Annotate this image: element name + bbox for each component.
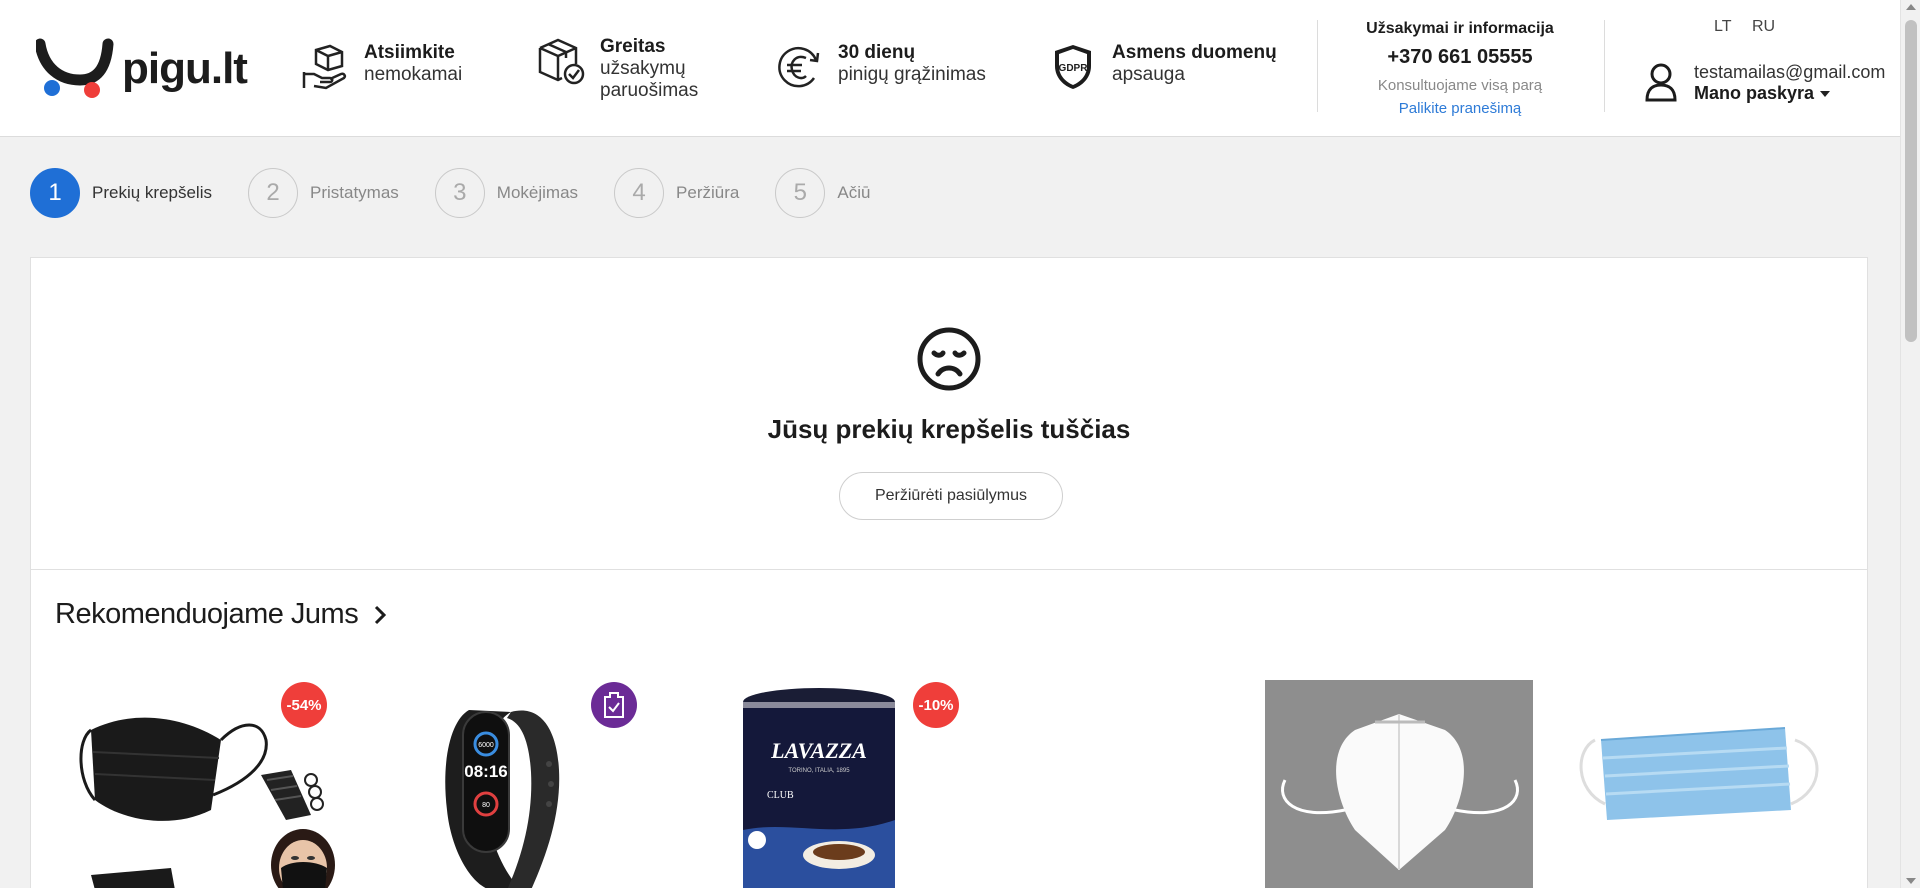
- empty-cart-card: Jūsų prekių krepšelis tuščias Peržiūrėti…: [30, 257, 1868, 570]
- lang-lt[interactable]: LT: [1714, 18, 1731, 36]
- euro-return-icon: [774, 42, 828, 96]
- page-scrollbar[interactable]: [1900, 0, 1920, 888]
- contact-info: Užsakymai ir informacija +370 661 05555 …: [1330, 20, 1590, 117]
- feature-return-title: 30 dienų: [838, 42, 916, 63]
- feature-return-text: pinigų grąžinimas: [838, 64, 986, 85]
- scrollbar-thumb[interactable]: [1905, 20, 1917, 342]
- lavazza-brand-text: LAVAZZA: [770, 738, 867, 763]
- logo-text: pigu.lt: [122, 44, 248, 93]
- header-divider: [1604, 20, 1605, 112]
- feature-fast-title: Greitas: [600, 36, 666, 57]
- user-icon: [1644, 62, 1682, 104]
- band-hr-text: 80: [482, 802, 490, 809]
- view-offers-button[interactable]: Peržiūrėti pasiūlymus: [839, 472, 1063, 520]
- recommendations-section: Rekomenduojame Jums -54% 6000 08:16 80 L…: [30, 570, 1868, 888]
- feature-fast-text: užsakymų paruošimas: [600, 58, 699, 101]
- account-email: testamailas@gmail.com: [1694, 62, 1886, 82]
- step-label: Peržiūra: [676, 183, 740, 202]
- step-review[interactable]: 4 Peržiūra: [614, 168, 739, 218]
- checkout-steps: 1 Prekių krepšelis 2 Pristatymas 3 Mokėj…: [30, 168, 906, 218]
- product-card[interactable]: LAVAZZA TORINO, ITALIA, 1895 CLUB -10%: [719, 680, 989, 888]
- step-label: Prekių krepšelis: [92, 183, 212, 202]
- product-image-respirator: [1265, 680, 1533, 888]
- discount-badge: -10%: [913, 682, 959, 728]
- step-label: Mokėjimas: [496, 183, 579, 202]
- feature-return: 30 dienų pinigų grąžinimas: [774, 42, 986, 96]
- step-thanks[interactable]: 5 Ačiū: [775, 168, 870, 218]
- feature-gdpr-text: apsauga: [1112, 64, 1185, 85]
- gdpr-label: GDPR: [1059, 63, 1089, 74]
- contact-title: Užsakymai ir informacija: [1366, 20, 1554, 37]
- lavazza-origin-text: TORINO, ITALIA, 1895: [788, 768, 850, 774]
- scroll-down-icon[interactable]: [1906, 878, 1916, 884]
- hand-box-icon: [300, 42, 354, 96]
- verified-tag-icon: [604, 692, 624, 718]
- contact-hours: Konsultuojame visą parą: [1377, 77, 1543, 94]
- box-check-icon: [536, 36, 590, 90]
- header-divider: [1317, 20, 1318, 112]
- recommendations-title[interactable]: Rekomenduojame Jums: [55, 598, 388, 631]
- caret-down-icon: [1820, 90, 1831, 97]
- empty-cart-title: Jūsų prekių krepšelis tuščias: [767, 414, 1131, 444]
- band-time-text: 08:16: [464, 762, 507, 781]
- lavazza-line-text: CLUB: [767, 790, 794, 801]
- account-menu[interactable]: testamailas@gmail.com Mano paskyra: [1644, 62, 1885, 104]
- feature-pickup: Atsiimkite nemokamai: [300, 42, 462, 96]
- product-card[interactable]: [1565, 680, 1835, 888]
- step-number: 5: [775, 168, 826, 218]
- pigu-logo[interactable]: pigu.lt: [34, 38, 248, 100]
- product-card[interactable]: 6000 08:16 80: [381, 680, 651, 888]
- chevron-right-icon: [375, 605, 387, 624]
- product-card[interactable]: -54%: [71, 680, 341, 888]
- feature-gdpr-title: Asmens duomenų: [1112, 42, 1277, 63]
- site-header: pigu.lt Atsiimkite nemokamai Greitas užs…: [0, 0, 1900, 137]
- step-delivery[interactable]: 2 Pristatymas: [248, 168, 399, 218]
- product-card[interactable]: [1265, 680, 1535, 888]
- product-image-surgical-mask: [1579, 727, 1819, 820]
- step-label: Ačiū: [837, 183, 871, 202]
- shield-tag-badge: [591, 682, 637, 728]
- band-steps-text: 6000: [478, 742, 494, 749]
- feature-pickup-title: Atsiimkite: [364, 42, 455, 63]
- step-payment[interactable]: 3 Mokėjimas: [434, 168, 579, 218]
- gdpr-shield-icon: GDPR: [1048, 42, 1102, 96]
- contact-phone[interactable]: +370 661 05555: [1330, 46, 1590, 69]
- feature-fast-prep: Greitas užsakymų paruošimas: [536, 36, 710, 102]
- step-label: Pristatymas: [310, 183, 399, 202]
- my-account-label: Mano paskyra: [1694, 83, 1815, 103]
- logo-mark-icon: [34, 38, 116, 100]
- feature-pickup-text: nemokamai: [364, 64, 463, 85]
- discount-badge: -54%: [281, 682, 327, 728]
- step-number: 4: [614, 168, 665, 218]
- step-number: 3: [434, 168, 485, 218]
- step-number: 1: [30, 168, 80, 218]
- lang-ru[interactable]: RU: [1752, 18, 1775, 36]
- sad-face-icon: [916, 326, 982, 392]
- scroll-up-icon[interactable]: [1906, 4, 1916, 10]
- my-account-dropdown[interactable]: Mano paskyra: [1694, 83, 1885, 104]
- feature-gdpr: GDPR Asmens duomenų apsauga: [1048, 42, 1277, 96]
- step-cart[interactable]: 1 Prekių krepšelis: [30, 168, 212, 218]
- recommendations-title-text: Rekomenduojame Jums: [55, 598, 359, 630]
- leave-message-link[interactable]: Palikite pranešimą: [1330, 100, 1590, 117]
- step-number: 2: [248, 168, 298, 218]
